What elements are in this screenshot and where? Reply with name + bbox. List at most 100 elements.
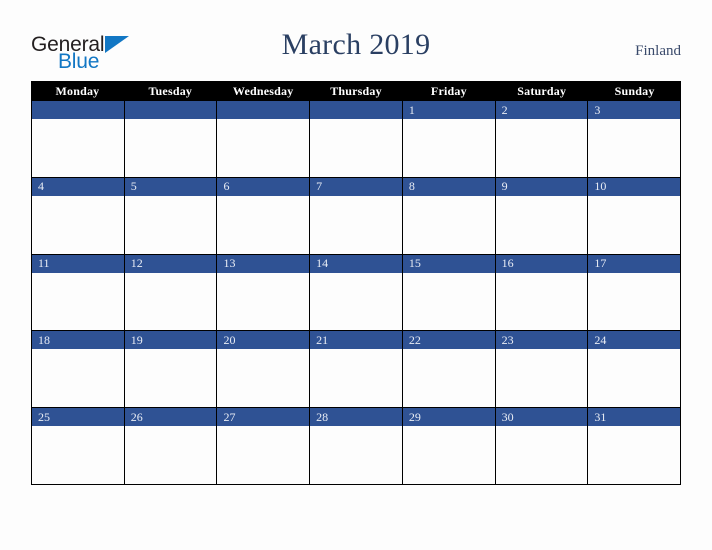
day-cell[interactable]: 12 bbox=[124, 254, 218, 332]
day-cell[interactable]: 11 bbox=[32, 254, 125, 332]
day-content-area[interactable] bbox=[588, 273, 680, 331]
day-content-area[interactable] bbox=[32, 119, 124, 177]
day-number: 4 bbox=[32, 177, 124, 196]
weekday-header-row: Monday Tuesday Wednesday Thursday Friday… bbox=[31, 81, 681, 101]
day-content-area[interactable] bbox=[403, 349, 495, 407]
day-content-area[interactable] bbox=[310, 426, 402, 484]
day-cell[interactable]: 15 bbox=[402, 254, 496, 332]
day-content-area[interactable] bbox=[310, 196, 402, 254]
day-cell[interactable]: 19 bbox=[124, 331, 218, 409]
day-content-area[interactable] bbox=[403, 196, 495, 254]
day-cell[interactable]: 14 bbox=[310, 254, 403, 332]
day-number: 26 bbox=[124, 408, 217, 427]
day-number: 2 bbox=[495, 101, 588, 119]
day-cell[interactable]: 13 bbox=[217, 254, 311, 332]
day-content-area[interactable] bbox=[496, 426, 588, 484]
day-content-area[interactable] bbox=[32, 196, 124, 254]
day-cell[interactable]: 5 bbox=[124, 177, 218, 255]
day-content-area[interactable] bbox=[496, 349, 588, 407]
day-content-area[interactable] bbox=[403, 426, 495, 484]
day-cell[interactable]: 17 bbox=[588, 254, 682, 332]
day-cell[interactable]: 16 bbox=[495, 254, 589, 332]
day-content-area[interactable] bbox=[32, 273, 124, 331]
day-content-area[interactable] bbox=[217, 273, 309, 331]
weekday-friday: Friday bbox=[430, 83, 467, 98]
day-number: 25 bbox=[32, 408, 124, 427]
day-cell[interactable]: 28 bbox=[310, 408, 403, 485]
day-cell[interactable]: 27 bbox=[217, 408, 311, 485]
day-cell[interactable]: 18 bbox=[32, 331, 125, 409]
day-cell[interactable]: 9 bbox=[495, 177, 589, 255]
day-content-area[interactable] bbox=[496, 196, 588, 254]
day-number: 20 bbox=[217, 331, 310, 350]
weekday-sunday: Sunday bbox=[614, 83, 655, 98]
day-cell[interactable]: 3 bbox=[588, 101, 682, 178]
day-number: 8 bbox=[402, 177, 495, 196]
day-content-area[interactable] bbox=[217, 196, 309, 254]
day-cell[interactable]: 23 bbox=[495, 331, 589, 409]
day-content-area[interactable] bbox=[403, 273, 495, 331]
day-content-area[interactable] bbox=[310, 119, 402, 177]
day-cell[interactable]: 29 bbox=[402, 408, 496, 485]
day-number: 27 bbox=[217, 408, 310, 427]
day-content-area[interactable] bbox=[125, 273, 217, 331]
day-content-area[interactable] bbox=[496, 119, 588, 177]
day-number: 22 bbox=[402, 331, 495, 350]
day-cell[interactable]: 24 bbox=[588, 331, 682, 409]
week-row: 11 12 13 14 15 16 17 bbox=[31, 254, 682, 332]
day-cell[interactable]: 6 bbox=[217, 177, 311, 255]
day-cell[interactable]: 2 bbox=[495, 101, 589, 178]
day-content-area[interactable] bbox=[125, 119, 217, 177]
day-number bbox=[32, 101, 124, 119]
day-content-area[interactable] bbox=[217, 119, 309, 177]
day-content-area[interactable] bbox=[125, 196, 217, 254]
day-number: 31 bbox=[588, 408, 681, 427]
day-number: 12 bbox=[124, 254, 217, 273]
week-row: 25 26 27 28 29 30 31 bbox=[31, 408, 682, 485]
day-number: 13 bbox=[217, 254, 310, 273]
day-content-area[interactable] bbox=[588, 196, 680, 254]
day-number: 30 bbox=[495, 408, 588, 427]
day-cell[interactable]: 7 bbox=[310, 177, 403, 255]
day-cell[interactable] bbox=[217, 101, 311, 178]
day-cell[interactable] bbox=[124, 101, 218, 178]
day-cell[interactable]: 10 bbox=[588, 177, 682, 255]
day-number bbox=[310, 101, 402, 119]
day-cell[interactable] bbox=[32, 101, 125, 178]
day-cell[interactable]: 26 bbox=[124, 408, 218, 485]
week-row: 1 2 3 bbox=[31, 101, 682, 178]
country-label: Finland bbox=[635, 43, 681, 59]
page-title: March 2019 bbox=[281, 28, 431, 61]
weekday-monday: Monday bbox=[55, 83, 100, 98]
weekday-wednesday: Wednesday bbox=[232, 83, 294, 98]
day-content-area[interactable] bbox=[310, 349, 402, 407]
day-content-area[interactable] bbox=[217, 349, 309, 407]
day-cell[interactable]: 30 bbox=[495, 408, 589, 485]
weekday-tuesday: Tuesday bbox=[148, 83, 193, 98]
day-content-area[interactable] bbox=[588, 426, 680, 484]
day-cell[interactable] bbox=[310, 101, 403, 178]
day-content-area[interactable] bbox=[496, 273, 588, 331]
day-content-area[interactable] bbox=[32, 426, 124, 484]
day-cell[interactable]: 31 bbox=[588, 408, 682, 485]
day-number: 10 bbox=[588, 177, 681, 196]
day-content-area[interactable] bbox=[588, 349, 680, 407]
day-content-area[interactable] bbox=[32, 349, 124, 407]
day-content-area[interactable] bbox=[125, 349, 217, 407]
calendar-grid: Monday Tuesday Wednesday Thursday Friday… bbox=[31, 81, 682, 485]
day-cell[interactable]: 21 bbox=[310, 331, 403, 409]
day-content-area[interactable] bbox=[588, 119, 680, 177]
day-content-area[interactable] bbox=[403, 119, 495, 177]
day-cell[interactable]: 20 bbox=[217, 331, 311, 409]
day-number: 14 bbox=[310, 254, 402, 273]
day-content-area[interactable] bbox=[217, 426, 309, 484]
day-cell[interactable]: 22 bbox=[402, 331, 496, 409]
day-cell[interactable]: 4 bbox=[32, 177, 125, 255]
day-cell[interactable]: 8 bbox=[402, 177, 496, 255]
day-number: 6 bbox=[217, 177, 310, 196]
day-content-area[interactable] bbox=[310, 273, 402, 331]
day-number: 24 bbox=[588, 331, 681, 350]
day-cell[interactable]: 25 bbox=[32, 408, 125, 485]
day-cell[interactable]: 1 bbox=[402, 101, 496, 178]
day-content-area[interactable] bbox=[125, 426, 217, 484]
